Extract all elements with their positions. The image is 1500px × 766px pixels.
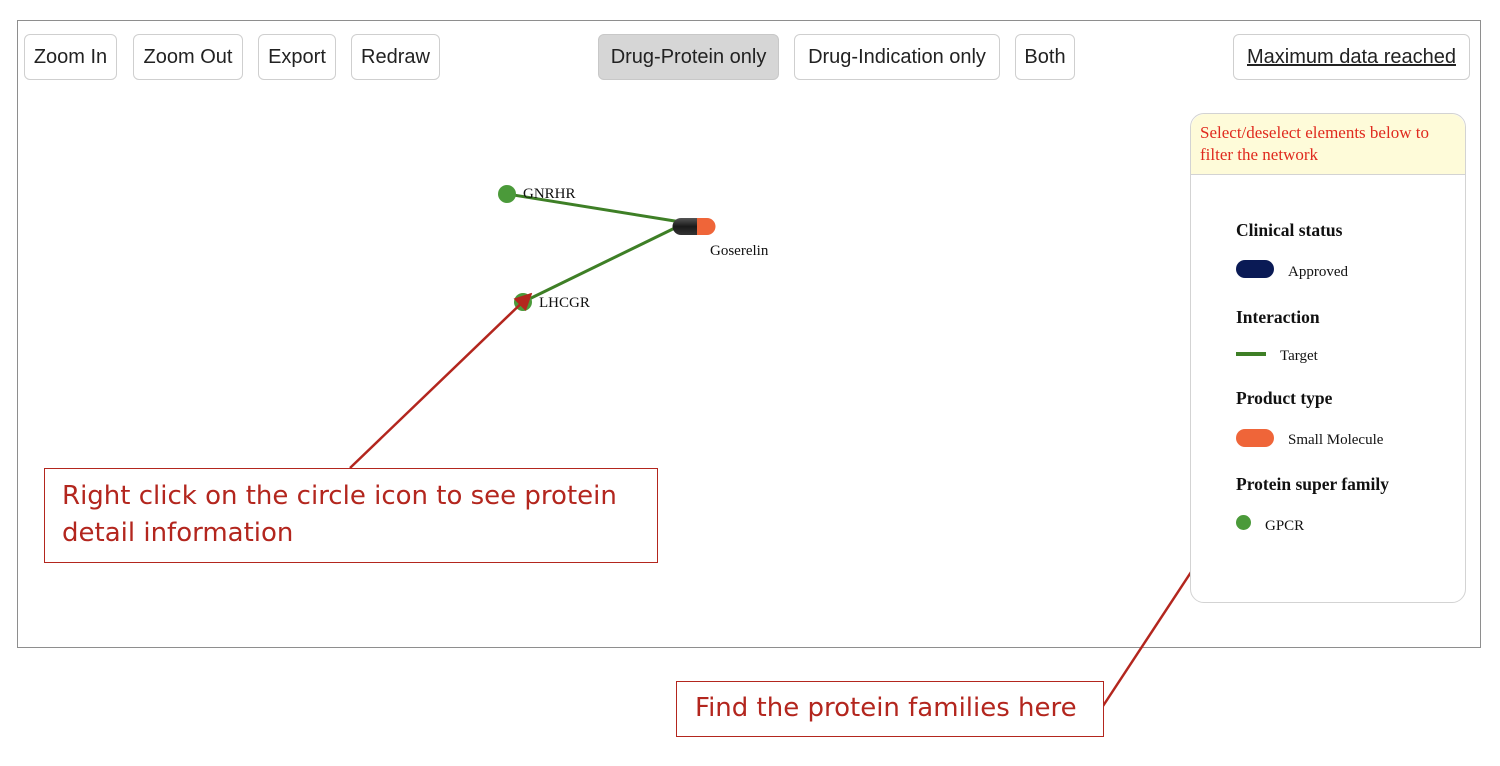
small-molecule-label[interactable]: Small Molecule (1288, 432, 1383, 449)
protein-hint-callout: Right click on the circle icon to see pr… (44, 468, 658, 563)
gpcr-dot-icon[interactable] (1236, 515, 1251, 530)
goserelin-capsule-icon[interactable] (672, 218, 716, 235)
target-label[interactable]: Target (1280, 348, 1318, 365)
small-molecule-swatch-icon[interactable] (1236, 429, 1274, 447)
protein-super-family-heading: Protein super family (1236, 474, 1389, 494)
lhcgr-label: LHCGR (539, 295, 590, 311)
product-type-heading: Product type (1236, 388, 1333, 408)
legend-hint: Select/deselect elements below to filter… (1191, 114, 1465, 175)
edge-lhcgr-goserelin (522, 223, 682, 304)
goserelin-label: Goserelin (710, 243, 769, 259)
gnrhr-node-icon[interactable] (498, 185, 516, 203)
approved-label[interactable]: Approved (1288, 264, 1348, 281)
target-line-icon[interactable] (1236, 352, 1266, 356)
interaction-heading: Interaction (1236, 307, 1320, 327)
legend-panel: Select/deselect elements below to filter… (1190, 113, 1466, 603)
gnrhr-label: GNRHR (523, 186, 576, 202)
protein-hint-arrow (349, 292, 533, 469)
clinical-status-heading: Clinical status (1236, 220, 1343, 240)
family-hint-callout: Find the protein families here (676, 681, 1104, 737)
gpcr-label[interactable]: GPCR (1265, 518, 1304, 535)
approved-swatch-icon[interactable] (1236, 260, 1274, 278)
